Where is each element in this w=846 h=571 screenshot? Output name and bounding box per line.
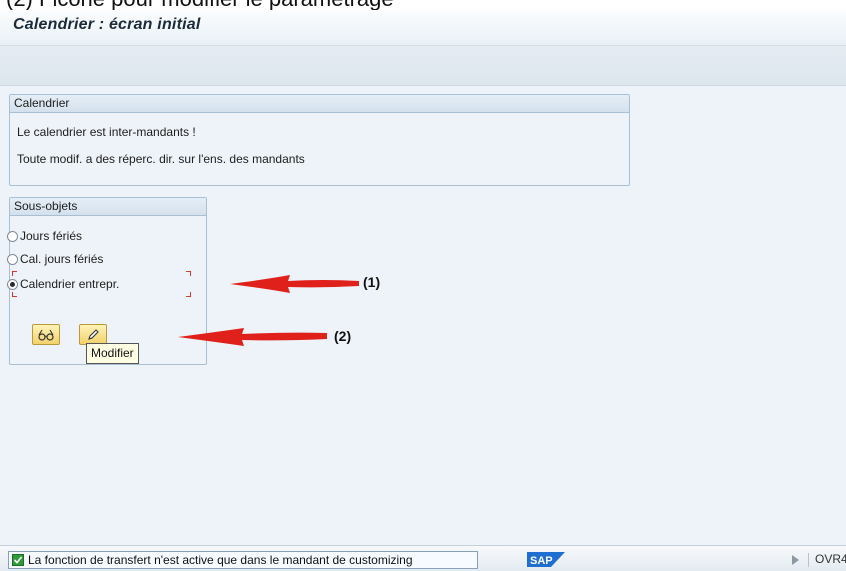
sap-logo: SAP <box>527 552 565 567</box>
radio-button[interactable] <box>7 230 18 242</box>
calendar-group: Calendrier Le calendrier est inter-manda… <box>9 94 630 186</box>
radio-button[interactable] <box>7 253 18 265</box>
edit-button[interactable] <box>79 324 107 345</box>
radio-holiday-calendar[interactable]: Cal. jours fériés <box>7 251 103 267</box>
focus-corner-bottom-right <box>186 292 191 297</box>
cross-client-notice: Le calendrier est inter-mandants ! <box>17 125 196 139</box>
glasses-icon <box>38 329 54 341</box>
status-message-box[interactable]: La fonction de transfert n'est active qu… <box>8 551 478 569</box>
success-check-icon <box>12 554 24 566</box>
radio-button-selected[interactable] <box>7 278 18 290</box>
annotation-label-2: (2) <box>334 328 352 344</box>
focus-corner-top-left <box>12 271 17 276</box>
status-bar: La fonction de transfert n'est active qu… <box>0 545 846 571</box>
insert-mode-indicator: OVR4 <box>815 552 846 566</box>
status-message: La fonction de transfert n'est active qu… <box>28 553 413 567</box>
subobjects-group-header: Sous-objets <box>10 198 206 216</box>
status-separator <box>808 553 809 567</box>
svg-text:SAP: SAP <box>530 555 553 567</box>
radio-label: Calendrier entrepr. <box>20 277 120 291</box>
focus-corner-top-right <box>186 271 191 276</box>
screen-title: Calendrier : écran initial <box>13 16 201 33</box>
calendar-group-header: Calendrier <box>10 95 629 113</box>
display-button[interactable] <box>32 324 60 345</box>
radio-factory-calendar[interactable]: Calendrier entrepr. <box>7 276 119 292</box>
radio-label: Cal. jours fériés <box>20 252 104 266</box>
title-bar: Calendrier : écran initial <box>0 10 846 46</box>
edit-tooltip: Modifier <box>86 343 139 364</box>
annotation-arrow-2 <box>178 328 327 346</box>
annotation-arrow-1 <box>230 275 359 293</box>
pencil-icon <box>88 328 99 340</box>
radio-label: Jours fériés <box>20 229 83 243</box>
radio-public-holidays[interactable]: Jours fériés <box>7 228 82 244</box>
focus-corner-bottom-left <box>12 292 17 297</box>
system-info-expand-icon[interactable] <box>792 555 799 565</box>
impact-notice: Toute modif. a des réperc. dir. sur l'en… <box>17 152 305 166</box>
application-toolbar <box>0 46 846 86</box>
annotation-label-1: (1) <box>363 274 381 290</box>
